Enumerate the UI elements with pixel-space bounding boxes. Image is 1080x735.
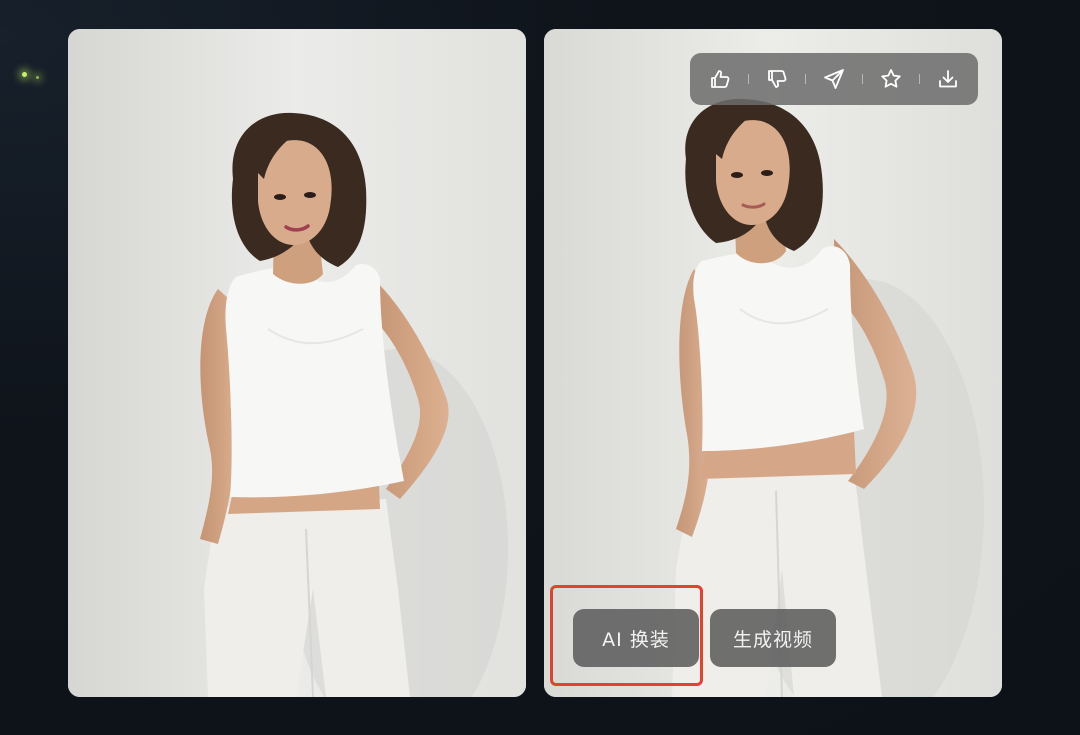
portrait-photo-original [68,29,526,697]
portrait-photo-generated [544,29,1002,697]
toolbar-divider [747,74,749,84]
favorite-button[interactable] [872,60,910,98]
toolbar-divider [804,74,806,84]
download-button[interactable] [929,60,967,98]
thumbs-down-icon [767,70,787,88]
generated-image-card[interactable]: AI 换装 生成视频 [544,29,1002,697]
sparkle-decoration [22,72,27,77]
dislike-button[interactable] [758,60,796,98]
toolbar-divider [862,74,864,84]
original-image-card[interactable] [68,29,526,697]
toolbar-divider [919,74,921,84]
generate-video-button[interactable]: 生成视频 [710,609,836,667]
ai-outfit-change-button[interactable]: AI 换装 [573,609,699,667]
thumbs-up-icon [710,70,729,88]
sparkle-decoration-small [36,76,39,79]
image-action-toolbar [690,53,978,105]
download-icon [939,70,958,88]
share-button[interactable] [815,60,853,98]
like-button[interactable] [701,60,739,98]
image-compare-stage: AI 换装 生成视频 [0,0,1080,735]
star-icon [881,69,901,88]
share-icon [824,69,844,89]
